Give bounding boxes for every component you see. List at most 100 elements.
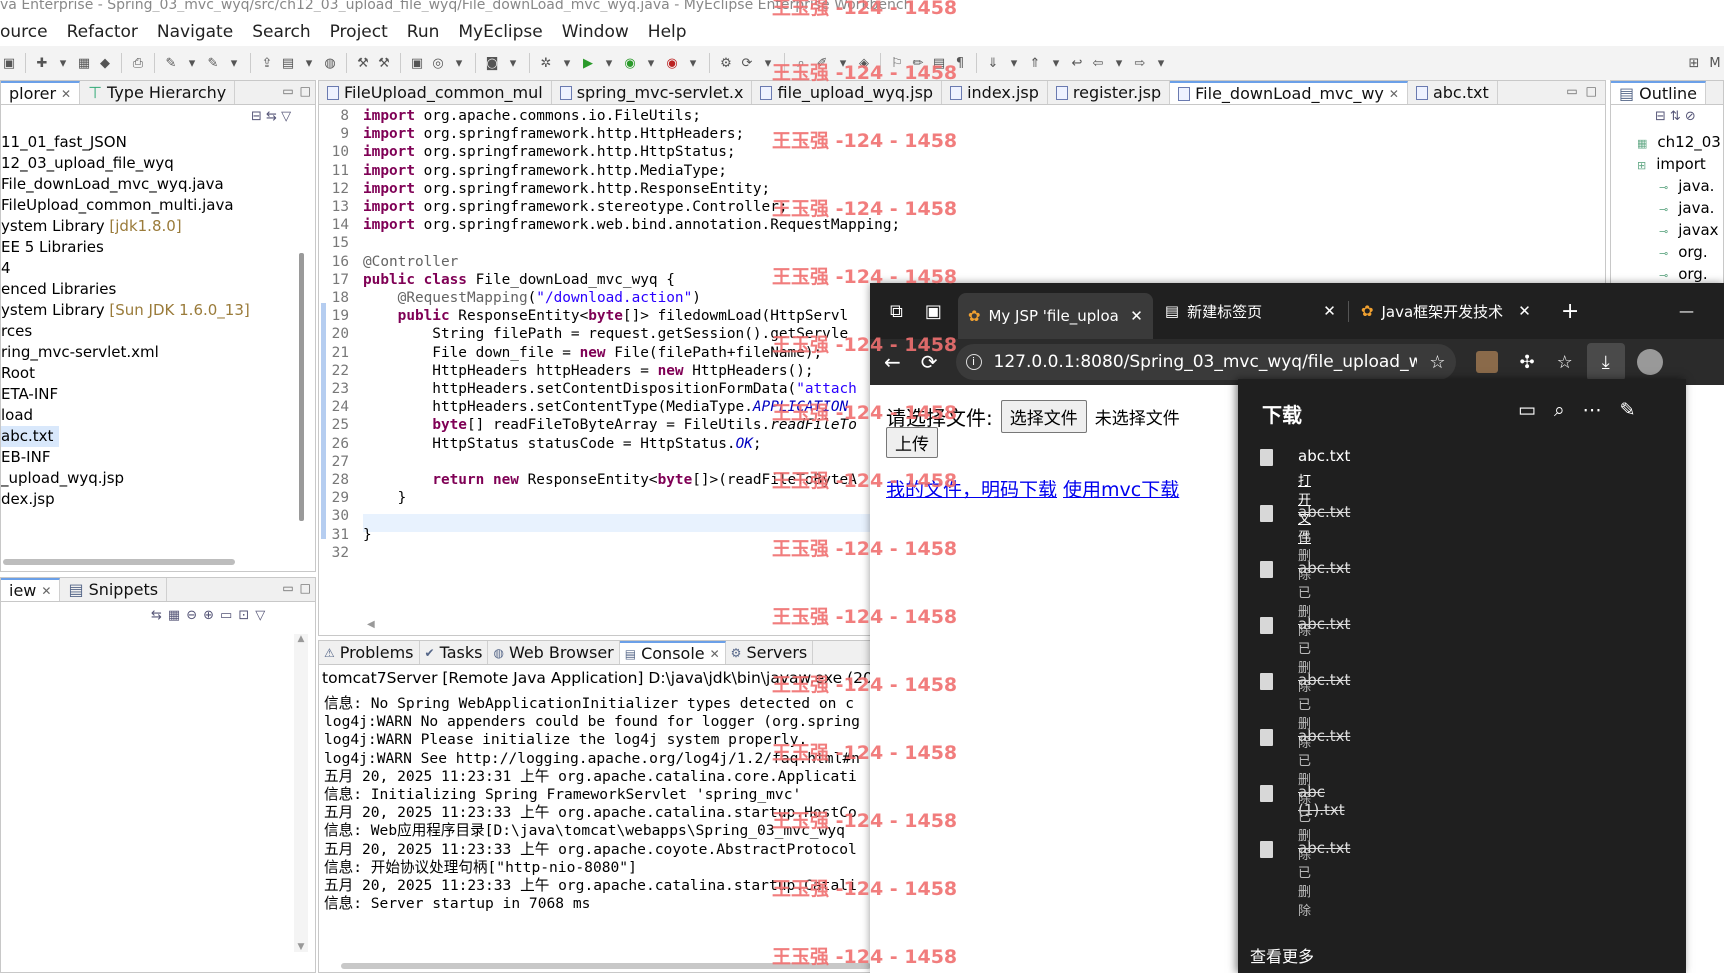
tree-item[interactable]: dex.jsp (1, 489, 301, 510)
tree-item[interactable]: FileUpload_common_multi.java (1, 195, 301, 216)
back-icon[interactable]: ← (884, 350, 901, 374)
annotation-icon[interactable]: ⚐ (888, 54, 906, 72)
menu-source[interactable]: ource (0, 22, 48, 42)
server-icon[interactable]: ▤ (279, 54, 297, 72)
close-icon[interactable]: ✕ (1518, 302, 1531, 320)
menu-search[interactable]: Search (252, 22, 310, 42)
vertical-scrollbar[interactable] (299, 253, 304, 521)
horizontal-scrollbar[interactable] (341, 963, 871, 969)
prev-annotation-icon[interactable]: ⇑ (1026, 54, 1044, 72)
collapse-all-icon[interactable]: ⊟ (1655, 109, 1670, 124)
dropdown-icon[interactable]: ▾ (558, 54, 576, 72)
minimize-icon[interactable]: ▭ (1566, 84, 1577, 98)
zoom-out-icon[interactable]: ⊖ (186, 608, 203, 623)
camera-icon[interactable]: ◙ (483, 54, 501, 72)
dropdown-icon[interactable]: ▾ (450, 54, 468, 72)
profile-avatar[interactable] (1636, 349, 1663, 375)
outline-item[interactable]: ⊸ java. (1637, 176, 1721, 198)
open-perspective-icon[interactable]: ⊞ (1685, 54, 1703, 72)
close-icon[interactable]: ✕ (1130, 307, 1143, 325)
close-icon[interactable]: ✕ (710, 647, 720, 661)
dropdown-icon[interactable]: ▾ (1047, 54, 1065, 72)
menu-window[interactable]: Window (562, 22, 629, 42)
menu-refactor[interactable]: Refactor (67, 22, 138, 42)
external-tools-icon[interactable]: ◉ (663, 54, 681, 72)
console-panel-tab[interactable]: ◍ Web Browser (488, 641, 620, 664)
console-output[interactable]: 信息: No Spring WebApplicationInitializer … (324, 695, 860, 913)
view-menu-icon[interactable]: ▽ (255, 608, 271, 623)
globe-icon[interactable]: ◍ (321, 54, 339, 72)
collapse-all-icon[interactable]: ⊟ (251, 109, 262, 124)
dropdown-icon[interactable]: ▾ (834, 54, 852, 72)
menu-myeclipse[interactable]: MyEclipse (458, 22, 542, 42)
console-panel-tab[interactable]: ▤ Console ✕ (619, 641, 726, 664)
tab-outline[interactable]: ▤ Outline (1611, 81, 1707, 104)
tree-item[interactable]: File_downLoad_mvc_wyq.java (1, 174, 301, 195)
next-annotation-icon[interactable]: ⇓ (984, 54, 1002, 72)
tab-view[interactable]: iew ✕ (1, 578, 61, 601)
favorite-star-icon[interactable]: ☆ (1429, 352, 1445, 373)
dropdown-icon[interactable]: ▾ (1152, 54, 1170, 72)
editor-tab[interactable]: register.jsp (1048, 81, 1171, 104)
vertical-scrollbar[interactable]: ▲ ▼ (294, 634, 308, 952)
tab-snippets[interactable]: ▤ Snippets (60, 578, 168, 601)
minimize-icon[interactable]: ▭ (282, 581, 293, 595)
block-icon[interactable]: ▤ (930, 54, 948, 72)
workspaces-icon[interactable]: ⧉ (890, 301, 903, 322)
more-options-icon[interactable]: ⋯ (1583, 399, 1620, 421)
refresh-icon[interactable]: ⟳ (738, 54, 756, 72)
console-panel-tab[interactable]: ⚠ Problems (319, 641, 420, 664)
editor-tab[interactable]: file_upload_wyq.jsp (752, 81, 943, 104)
tree-item[interactable]: ring_mvc-servlet.xml (1, 342, 301, 363)
outline-item[interactable]: ⊸ java. (1637, 198, 1721, 220)
editor-tab[interactable]: FileUpload_common_mul (319, 81, 552, 104)
wand2-icon[interactable]: ✎ (204, 54, 222, 72)
tree-item[interactable]: ETA-INF (1, 384, 301, 405)
tab-type-hierarchy[interactable]: ⊤ Type Hierarchy (80, 81, 236, 104)
tree-item[interactable]: 12_03_upload_file_wyq (1, 153, 301, 174)
dropdown-icon[interactable]: ▾ (504, 54, 522, 72)
tree-item[interactable]: 11_01_fast_JSON (1, 132, 301, 153)
close-icon[interactable]: ✕ (1389, 87, 1399, 101)
open-type-icon[interactable]: ◈ (855, 54, 873, 72)
paragraph-icon[interactable]: ¶ (951, 54, 969, 72)
search-icon[interactable]: ⌕ (792, 54, 810, 72)
minimize-window-icon[interactable]: — (1679, 302, 1694, 320)
search-icon[interactable]: ⌕ (1554, 399, 1583, 421)
tree-item[interactable]: enced Libraries (1, 279, 301, 300)
upload-button[interactable]: 上传 (886, 427, 938, 458)
see-more-link[interactable]: 查看更多 (1250, 943, 1314, 967)
image-icon[interactable]: ▣ (408, 54, 426, 72)
tree-item[interactable]: Root (1, 363, 301, 384)
wand-icon[interactable]: ✎ (162, 54, 180, 72)
last-edit-icon[interactable]: ↩ (1068, 54, 1086, 72)
new-icon[interactable]: ✚ (33, 54, 51, 72)
choose-file-button[interactable]: 选择文件 (1000, 400, 1087, 433)
console-panel-tab[interactable]: ✔ Tasks (420, 641, 489, 664)
deploy-icon[interactable]: ⇪ (258, 54, 276, 72)
tree-item[interactable]: EE 5 Libraries (1, 237, 301, 258)
tree-item[interactable]: ystem Library [jdk1.8.0] (1, 216, 301, 237)
code-text[interactable]: import org.apache.commons.io.FileUtils; i… (363, 107, 900, 562)
horizontal-scrollbar[interactable] (3, 559, 235, 565)
sort-icon[interactable]: ⇅ (1670, 109, 1685, 124)
dropdown-icon[interactable]: ▾ (684, 54, 702, 72)
browser-tab[interactable]: ✿ Java框架开发技术 ✕ (1347, 300, 1543, 322)
myeclipse-perspective-icon[interactable]: M (1706, 54, 1724, 72)
tree-item[interactable]: load (1, 405, 301, 426)
tree-item[interactable]: _upload_wyq.jsp (1, 468, 301, 489)
dropdown-icon[interactable]: ▾ (225, 54, 243, 72)
tree-item[interactable]: EB-INF (1, 447, 301, 468)
plain-download-link[interactable]: 我的文件，明码下载 (886, 475, 1057, 502)
editor-tab[interactable]: abc.txt (1408, 81, 1498, 104)
avatar-extension-icon[interactable] (1475, 351, 1498, 373)
close-icon[interactable]: ✕ (41, 584, 51, 598)
menu-project[interactable]: Project (330, 22, 388, 42)
browser-tab[interactable]: ▤ 新建标签页 ✕ (1153, 301, 1348, 322)
package-icon[interactable]: ▦ (75, 54, 93, 72)
outline-item[interactable]: ⊸ javax (1637, 220, 1721, 242)
close-icon[interactable]: ✕ (1323, 302, 1336, 320)
tree-item[interactable]: rces (1, 321, 301, 342)
dropdown-icon[interactable]: ▾ (642, 54, 660, 72)
view-menu-icon[interactable]: ▽ (281, 109, 291, 124)
